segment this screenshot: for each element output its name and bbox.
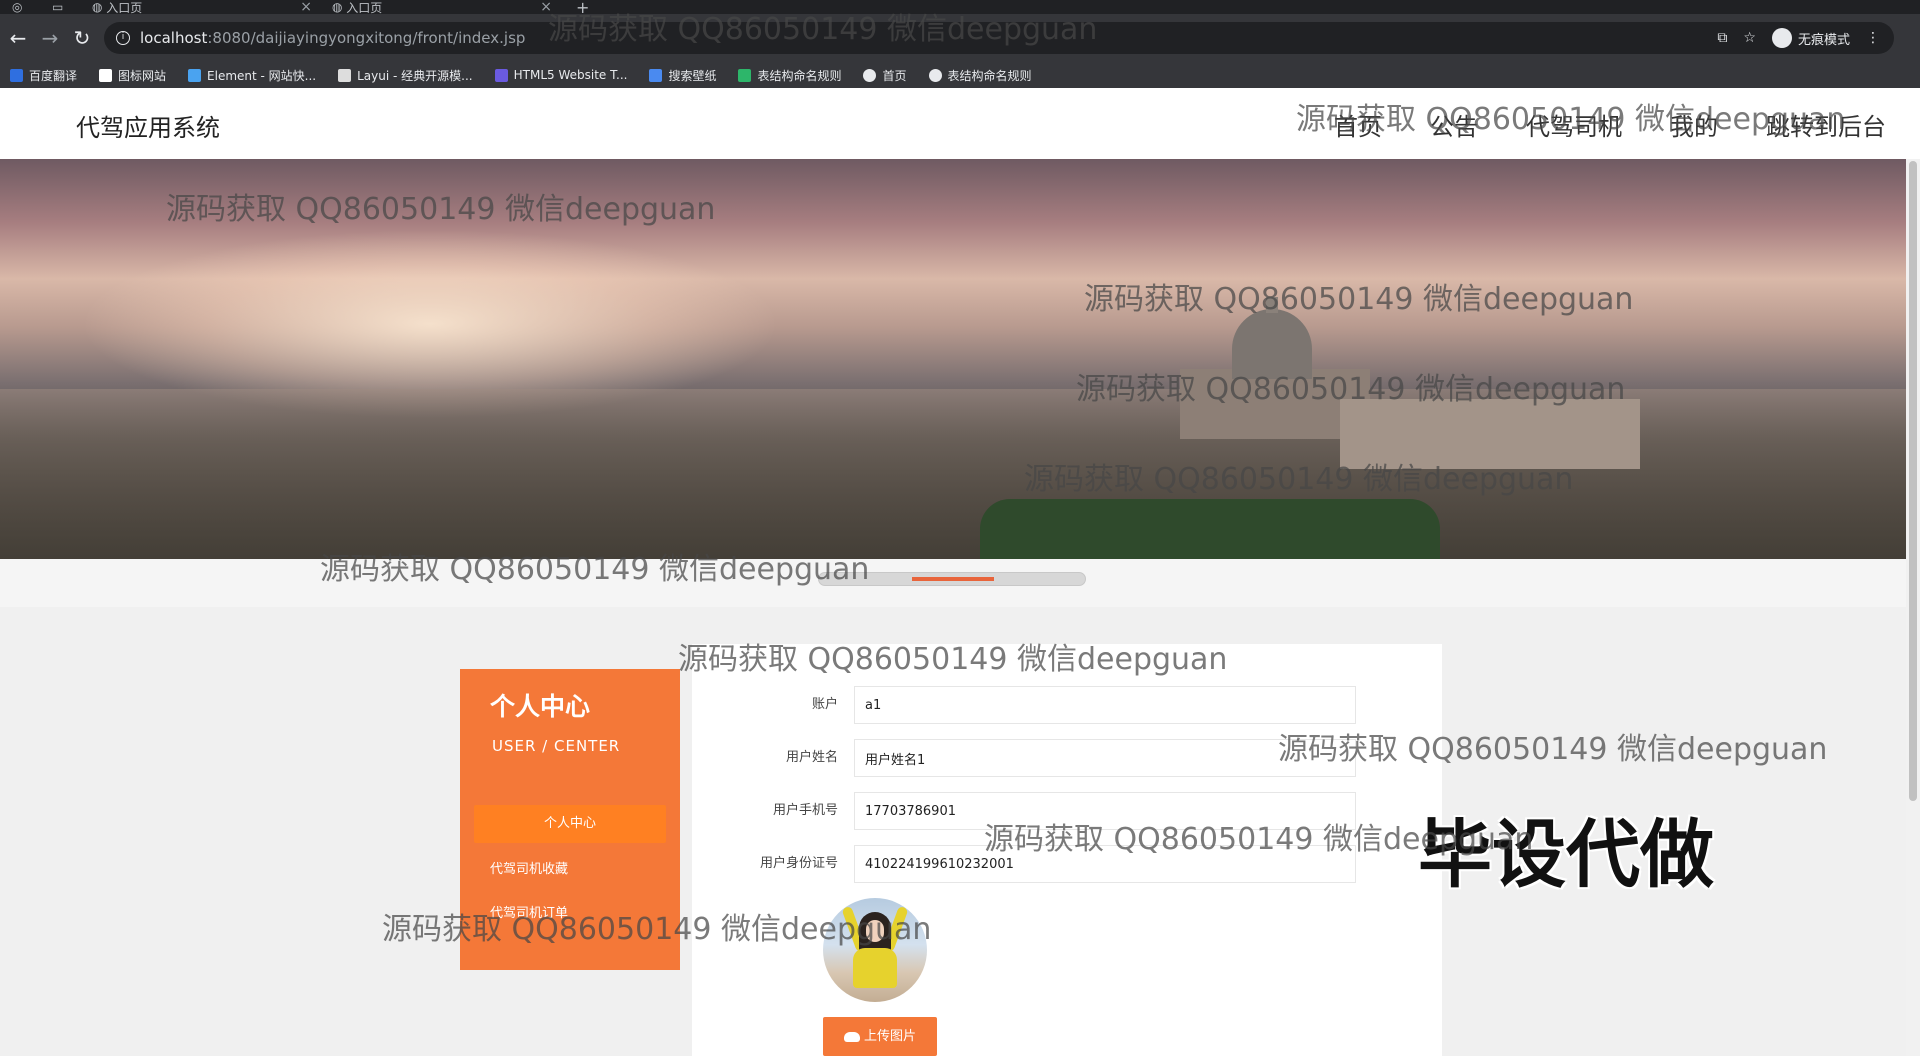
globe-icon [863,68,877,82]
name-field[interactable] [854,739,1356,777]
account-label: 账户 [811,697,838,712]
bookmark-item[interactable]: 搜索壁纸 [649,67,716,84]
nav-notices[interactable]: 公告 [1430,107,1478,142]
form-row-name: 用户姓名 [692,739,1356,777]
nav-drivers[interactable]: 代驾司机 [1526,107,1622,142]
bookmark-label: Layui - 经典开源模... [357,68,473,83]
banner-trees [980,499,1440,559]
globe-icon: ◍ [92,0,107,14]
avatar-shirt [853,948,897,988]
avatar [823,898,927,1002]
reload-icon[interactable]: ↻ [70,26,94,50]
banner-image [0,159,1906,559]
incognito-indicator[interactable]: 无痕模式 [1771,28,1850,48]
id-number-field[interactable] [854,845,1356,883]
banner-dome [1232,309,1312,379]
sidebar-title: 个人中心 [490,692,591,721]
incognito-label: 无痕模式 [1797,32,1850,48]
account-field[interactable] [854,686,1356,724]
globe-icon [928,68,942,82]
bookmark-item[interactable]: 首页 [863,67,907,84]
bookmark-label: 搜索壁纸 [668,68,717,83]
bookmark-item[interactable]: 百度翻译 [10,67,77,84]
forward-arrow-icon[interactable]: → [38,26,62,50]
bookmark-favicon-icon [188,68,202,82]
menu-dots-icon[interactable]: ⋮ [1866,30,1880,46]
form-row-id-number: 用户身份证号 [692,845,1356,883]
bookmark-label: 表结构命名规则 [947,68,1032,83]
bookmarks-bar: 百度翻译 图标网站 Element - 网站快... Layui - 经典开源模… [0,62,1920,88]
promo-stamp: 毕设代做 [1418,812,1714,898]
bookmark-label: 表结构命名规则 [757,68,842,83]
nav-home[interactable]: 首页 [1334,107,1382,142]
bookmark-item[interactable]: 表结构命名规则 [928,67,1032,84]
bookmark-star-icon[interactable]: ☆ [1743,30,1756,46]
bookmark-label: Element - 网站快... [207,68,317,83]
bookmark-item[interactable]: 图标网站 [99,67,166,84]
site-info-icon[interactable]: i [116,31,130,45]
bookmark-item[interactable]: 表结构命名规则 [738,67,841,84]
bookmark-label: HTML5 Website T... [513,68,628,82]
url-path: :8080/daijiayingyongxitong/front/index.j… [207,29,526,47]
avatar-face [866,920,884,942]
site-header: 代驾应用系统 首页 公告 代驾司机 我的 跳转到后台 [0,88,1920,159]
address-bar[interactable]: i localhost:8080/daijiayingyongxitong/fr… [104,22,1894,54]
bookmark-label: 百度翻译 [29,68,78,83]
sidebar-subtitle: USER / CENTER [492,737,621,755]
id-number-label: 用户身份证号 [759,856,838,871]
browser-tab-2[interactable]: ◍ 入口页 × [332,0,552,15]
bookmark-favicon-icon [10,68,23,82]
incognito-icon [1771,28,1792,48]
form-row-account: 账户 [692,686,1356,724]
new-tab-button[interactable]: + [576,0,596,17]
close-icon[interactable]: × [540,0,552,15]
url-host: localhost [140,29,208,47]
name-label: 用户姓名 [785,750,838,765]
scrollbar-thumb[interactable] [1909,161,1917,801]
close-icon[interactable]: × [300,0,312,15]
bookmark-favicon-icon [338,68,352,82]
browser-tab-strip: ◎ ▭ ◍ 入口页 × ◍ 入口页 × + [0,0,1920,17]
phone-field[interactable] [854,792,1356,830]
translate-icon[interactable]: ⧉ [1717,30,1727,46]
phone-label: 用户手机号 [772,803,838,818]
bookmark-favicon-icon [649,68,663,82]
bookmark-item[interactable]: HTML5 Website T... [494,68,628,82]
page-scrollbar[interactable] [1906,159,1920,1056]
back-arrow-icon[interactable]: ← [6,26,30,50]
upload-image-button[interactable]: 上传图片 [823,1017,937,1056]
form-row-phone: 用户手机号 [692,792,1356,830]
browser-logo-icon: ◎ [12,0,23,14]
sidebar-item-favorites[interactable]: 代驾司机收藏 [474,851,666,889]
browser-toolbar: ← → ↻ i localhost:8080/daijiayingyongxit… [0,14,1920,62]
banner-dome-lantern [1266,297,1278,313]
nav-admin[interactable]: 跳转到后台 [1766,107,1886,142]
upload-label: 上传图片 [863,1029,916,1044]
browser-tab-1[interactable]: ◍ 入口页 × [92,0,312,15]
url-text[interactable]: localhost:8080/daijiayingyongxitong/fron… [140,29,525,47]
user-center-sidebar: 个人中心 USER / CENTER 个人中心 代驾司机收藏 代驾司机订单 [460,669,680,970]
globe-icon: ◍ [332,0,347,14]
sidebar-item-orders[interactable]: 代驾司机订单 [474,895,666,933]
bookmark-item[interactable]: Element - 网站快... [188,67,316,84]
top-nav: 首页 公告 代驾司机 我的 跳转到后台 [1334,107,1886,142]
site-brand[interactable]: 代驾应用系统 [76,108,220,143]
bookmark-favicon-icon [494,68,508,82]
bookmark-label: 图标网站 [118,68,167,83]
bookmark-favicon-icon [738,68,752,82]
nav-mine[interactable]: 我的 [1670,107,1718,142]
cloud-upload-icon [843,1031,860,1042]
sidebar-item-profile[interactable]: 个人中心 [474,805,666,843]
bookmark-label: 首页 [882,68,907,83]
carousel-active-indicator[interactable] [912,577,994,581]
bookmark-flag-icon [99,68,113,82]
tab-overview-icon[interactable]: ▭ [52,0,72,14]
banner-building [1340,399,1640,469]
bookmark-item[interactable]: Layui - 经典开源模... [338,67,473,84]
